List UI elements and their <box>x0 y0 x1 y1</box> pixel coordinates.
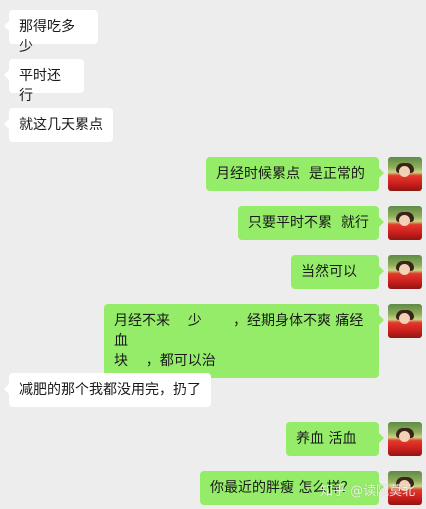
avatar-face <box>399 264 410 275</box>
message-bubble-outgoing[interactable]: 月经时候累点 是正常的 <box>206 157 384 191</box>
user-avatar[interactable] <box>388 157 422 191</box>
message-bubble-outgoing[interactable]: 月经不来 少 ，经期身体不爽 痛经血 块 ，都可以治 <box>104 304 384 378</box>
message-bubble-incoming[interactable]: 就这几天累点 <box>4 108 113 142</box>
message-bubble-outgoing[interactable]: 当然可以 <box>291 255 384 289</box>
message-bubble-outgoing[interactable]: 只要平时不累 就行 <box>238 206 384 240</box>
avatar-face <box>399 431 410 442</box>
user-avatar[interactable] <box>388 255 422 289</box>
user-avatar[interactable] <box>388 304 422 338</box>
avatar-face <box>399 313 410 324</box>
user-avatar[interactable] <box>388 422 422 456</box>
message-bubble-incoming[interactable]: 平时还行 <box>4 59 84 104</box>
avatar-face <box>399 215 410 226</box>
watermark-text: 知乎 @读阮莫北 <box>320 484 416 499</box>
message-bubble-incoming[interactable]: 那得吃多少 <box>4 10 98 55</box>
message-bubble-incoming[interactable]: 减肥的那个我都没用完，扔了 <box>4 373 211 407</box>
avatar-face <box>399 166 410 177</box>
user-avatar[interactable] <box>388 206 422 240</box>
message-bubble-outgoing[interactable]: 养血 活血 <box>286 422 384 456</box>
